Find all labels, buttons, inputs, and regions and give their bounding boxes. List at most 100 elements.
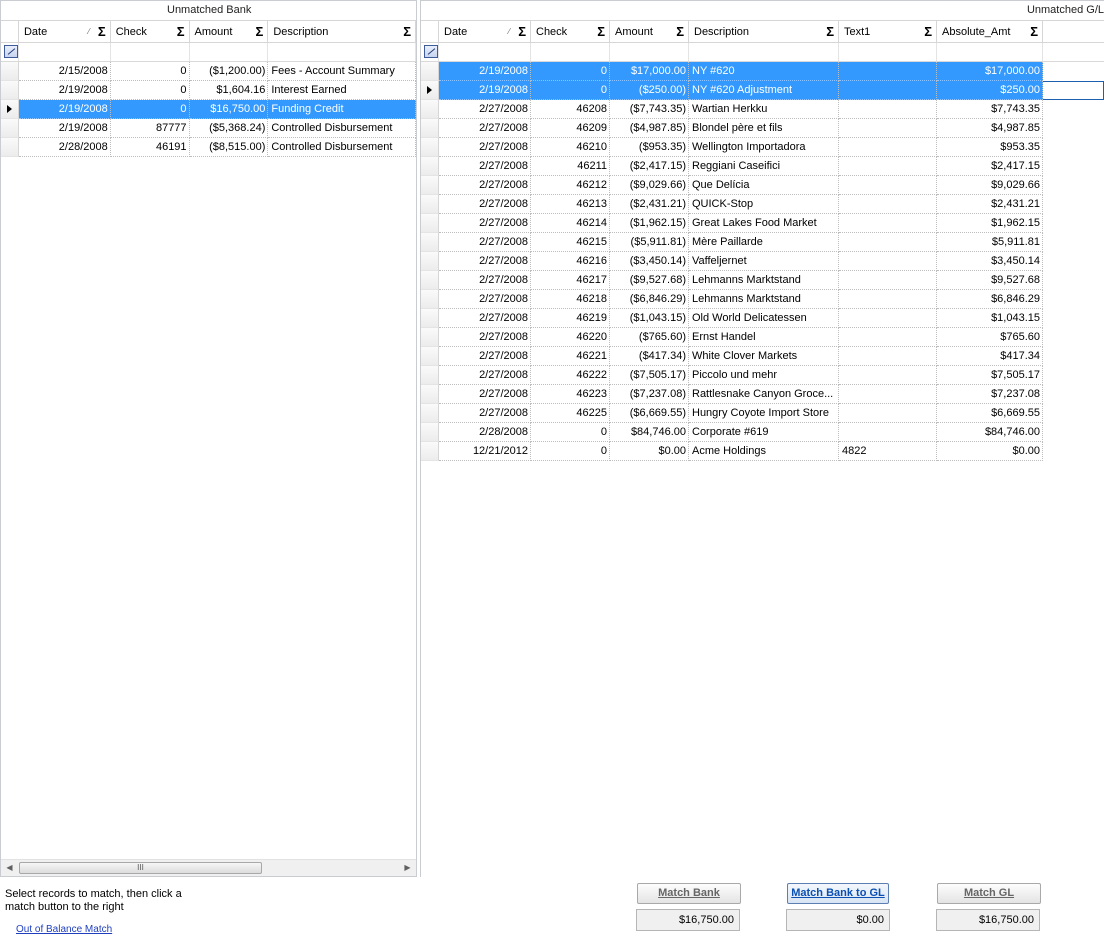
cell-description[interactable]: Controlled Disbursement (268, 119, 416, 138)
cell-amount[interactable]: ($6,846.29) (610, 290, 689, 309)
table-row[interactable]: 2/19/2008 0 $1,604.16 Interest Earned (1, 81, 416, 100)
cell-check[interactable]: 46191 (110, 138, 190, 157)
table-row[interactable]: 2/27/2008 46215 ($5,911.81) Mère Paillarde $… (421, 233, 1104, 252)
cell-date[interactable]: 2/27/2008 (439, 214, 531, 233)
cell-check[interactable]: 46219 (531, 309, 610, 328)
cell-description[interactable]: Reggiani Caseifici (689, 157, 839, 176)
column-header-date[interactable]: Date ⁄ Σ (19, 21, 111, 42)
cell-check[interactable]: 46211 (531, 157, 610, 176)
row-selector[interactable] (421, 347, 439, 366)
column-header-check[interactable]: Check Σ (111, 21, 190, 42)
cell-amount[interactable]: ($250.00) (610, 81, 689, 100)
cell-abs[interactable]: $4,987.85 (937, 119, 1043, 138)
cell-text1[interactable] (839, 100, 937, 119)
sigma-icon[interactable]: Σ (518, 21, 526, 42)
cell-amount[interactable]: ($7,237.08) (610, 385, 689, 404)
cell-date[interactable]: 2/19/2008 (439, 62, 531, 81)
cell-abs[interactable]: $17,000.00 (937, 62, 1043, 81)
cell-amount[interactable]: ($7,743.35) (610, 100, 689, 119)
cell-description[interactable]: QUICK-Stop (689, 195, 839, 214)
cell-date[interactable]: 2/27/2008 (439, 119, 531, 138)
table-row[interactable]: 2/27/2008 46219 ($1,043.15) Old World Delic… (421, 309, 1104, 328)
cell-text1[interactable] (839, 271, 937, 290)
table-row[interactable]: 2/19/2008 0 ($250.00) NY #620 Adjustment $25… (421, 81, 1104, 100)
row-selector[interactable] (421, 385, 439, 404)
cell-check[interactable]: 46223 (531, 385, 610, 404)
row-selector[interactable] (421, 328, 439, 347)
cell-text1[interactable] (839, 347, 937, 366)
cell-check[interactable]: 46222 (531, 366, 610, 385)
sigma-icon[interactable]: Σ (177, 21, 185, 42)
row-selector[interactable] (421, 271, 439, 290)
table-row[interactable]: 2/27/2008 46212 ($9,029.66) Que Delícia $9,0… (421, 176, 1104, 195)
cell-abs[interactable]: $9,029.66 (937, 176, 1043, 195)
cell-text1[interactable] (839, 157, 937, 176)
cell-description[interactable]: Lehmanns Marktstand (689, 290, 839, 309)
cell-check[interactable]: 0 (110, 100, 190, 119)
cell-text1[interactable] (839, 233, 937, 252)
cell-amount[interactable]: ($1,043.15) (610, 309, 689, 328)
cell-text1[interactable] (839, 309, 937, 328)
cell-text1[interactable] (839, 252, 937, 271)
cell-check[interactable]: 87777 (110, 119, 190, 138)
cell-check[interactable]: 46215 (531, 233, 610, 252)
table-row[interactable]: 2/27/2008 46218 ($6,846.29) Lehmanns Markts… (421, 290, 1104, 309)
cell-abs[interactable]: $417.34 (937, 347, 1043, 366)
cell-amount[interactable]: $17,000.00 (610, 62, 689, 81)
cell-date[interactable]: 2/19/2008 (439, 81, 531, 100)
cell-text1[interactable] (839, 81, 937, 100)
cell-date[interactable]: 2/27/2008 (439, 347, 531, 366)
cell-description[interactable]: Blondel père et fils (689, 119, 839, 138)
cell-amount[interactable]: ($2,431.21) (610, 195, 689, 214)
filter-cell[interactable] (610, 43, 689, 61)
table-row[interactable]: 2/27/2008 46221 ($417.34) White Clover Mark… (421, 347, 1104, 366)
column-header-amount[interactable]: Amount Σ (190, 21, 269, 42)
cell-amount[interactable]: ($9,029.66) (610, 176, 689, 195)
cell-text1[interactable] (839, 290, 937, 309)
cell-check[interactable]: 46220 (531, 328, 610, 347)
row-selector[interactable] (1, 119, 19, 138)
cell-amount[interactable]: ($6,669.55) (610, 404, 689, 423)
cell-date[interactable]: 2/27/2008 (439, 271, 531, 290)
filter-cell[interactable] (111, 43, 190, 61)
table-row[interactable]: 2/27/2008 46216 ($3,450.14) Vaffeljernet $3,… (421, 252, 1104, 271)
cell-text1[interactable] (839, 366, 937, 385)
cell-description[interactable]: Old World Delicatessen (689, 309, 839, 328)
cell-date[interactable]: 2/27/2008 (439, 252, 531, 271)
cell-description[interactable]: NY #620 Adjustment (689, 81, 839, 100)
scrollbar-thumb[interactable]: III (19, 862, 262, 874)
row-selector[interactable] (421, 157, 439, 176)
cell-check[interactable]: 46208 (531, 100, 610, 119)
cell-description[interactable]: Mère Paillarde (689, 233, 839, 252)
cell-check[interactable]: 46217 (531, 271, 610, 290)
table-row[interactable]: 12/21/2012 0 $0.00 Acme Holdings 4822 $0.00 (421, 442, 1104, 461)
cell-amount[interactable]: ($765.60) (610, 328, 689, 347)
cell-check[interactable]: 46213 (531, 195, 610, 214)
table-row[interactable]: 2/27/2008 46225 ($6,669.55) Hungry Coyote I… (421, 404, 1104, 423)
cell-date[interactable]: 2/28/2008 (18, 138, 111, 157)
cell-text1[interactable] (839, 176, 937, 195)
cell-date[interactable]: 2/19/2008 (18, 119, 111, 138)
cell-amount[interactable]: ($2,417.15) (610, 157, 689, 176)
cell-date[interactable]: 2/15/2008 (18, 62, 111, 81)
column-header-check[interactable]: Check Σ (531, 21, 610, 42)
cell-amount[interactable]: ($953.35) (610, 138, 689, 157)
table-row[interactable]: 2/27/2008 46209 ($4,987.85) Blondel père et… (421, 119, 1104, 138)
cell-text1[interactable] (839, 423, 937, 442)
cell-amount[interactable]: ($3,450.14) (610, 252, 689, 271)
cell-text1[interactable] (839, 328, 937, 347)
cell-check[interactable]: 46214 (531, 214, 610, 233)
filter-cell[interactable] (839, 43, 937, 61)
cell-date[interactable]: 2/27/2008 (439, 176, 531, 195)
cell-text1[interactable] (839, 195, 937, 214)
table-row[interactable]: 2/19/2008 0 $17,000.00 NY #620 $17,000.00 (421, 62, 1104, 81)
cell-date[interactable]: 2/27/2008 (439, 309, 531, 328)
row-indicator-arrow-icon[interactable] (1, 100, 19, 119)
cell-check[interactable]: 46209 (531, 119, 610, 138)
cell-date[interactable]: 2/27/2008 (439, 195, 531, 214)
cell-description[interactable]: Acme Holdings (689, 442, 839, 461)
table-row[interactable]: 2/19/2008 0 $16,750.00 Funding Credit (1, 100, 416, 119)
row-selector[interactable] (421, 309, 439, 328)
cell-abs[interactable]: $2,431.21 (937, 195, 1043, 214)
row-selector[interactable] (1, 138, 19, 157)
